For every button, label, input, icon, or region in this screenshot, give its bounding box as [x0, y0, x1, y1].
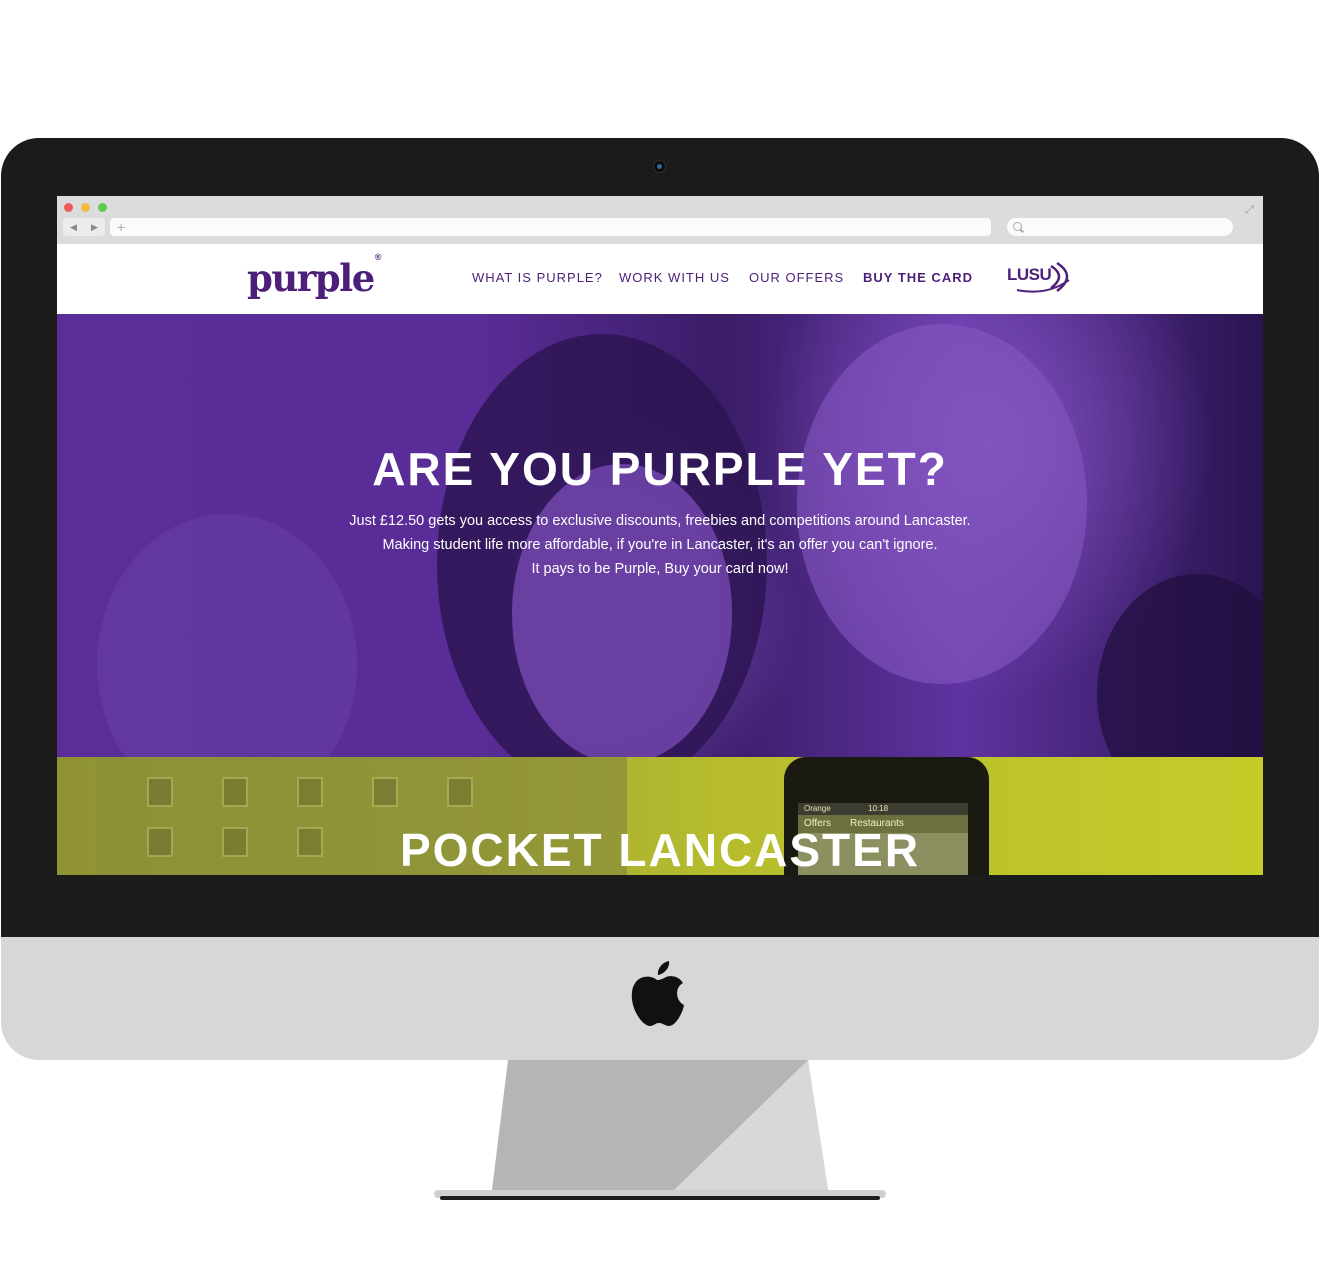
building-window [222, 777, 248, 807]
search-icon [1013, 222, 1022, 231]
phone-carrier: Orange [804, 804, 831, 813]
imac-stand [434, 1060, 886, 1200]
building-window [372, 777, 398, 807]
history-buttons: ◀ ▶ [63, 218, 105, 236]
logo-text: purple [247, 256, 375, 300]
hero-line-1: Just £12.50 gets you access to exclusive… [349, 513, 971, 529]
pocket-title: POCKET LANCASTER [399, 824, 921, 875]
apple-logo-icon [631, 961, 684, 1026]
phone-status-bar: Orange 10:18 [798, 803, 968, 815]
address-bar[interactable]: + [110, 218, 991, 236]
nav-buy-the-card[interactable]: BUY THE CARD [863, 270, 973, 285]
hero-title: ARE YOU PURPLE YET? [372, 443, 948, 495]
nav-work-with-us[interactable]: WORK WITH US [619, 270, 730, 285]
browser-window: ◀ ▶ + ⤢ purple® WHAT IS PURPLE? WORK WIT… [57, 196, 1263, 875]
nav-what-is-purple[interactable]: WHAT IS PURPLE? [472, 270, 603, 285]
hero-photo-shadow [1097, 574, 1263, 757]
new-tab-icon[interactable]: + [117, 218, 125, 236]
lusu-logo[interactable]: LUSU [1007, 260, 1079, 294]
building-window [447, 777, 473, 807]
forward-button[interactable]: ▶ [91, 222, 98, 233]
hero-line-2: Making student life more affordable, if … [382, 537, 938, 553]
hero-photo-face-left [512, 464, 732, 757]
browser-toolbar: ◀ ▶ + ⤢ [57, 196, 1263, 245]
hero-line-3: It pays to be Purple, Buy your card now! [531, 561, 789, 577]
hero-section: ARE YOU PURPLE YET? Just £12.50 gets you… [57, 314, 1263, 757]
registered-mark: ® [374, 251, 382, 262]
lusu-swoosh-icon [1016, 261, 1070, 293]
site-header: purple® WHAT IS PURPLE? WORK WITH US OUR… [57, 244, 1263, 314]
building-window [297, 777, 323, 807]
camera-icon [653, 160, 666, 173]
purple-logo[interactable]: purple® [247, 252, 381, 300]
close-window-button[interactable] [64, 203, 73, 212]
minimize-window-button[interactable] [81, 203, 90, 212]
phone-time: 10:18 [868, 804, 889, 813]
pocket-lancaster-section: Orange 10:18 Offers Restaurants POCKET L… [57, 757, 1263, 875]
hero-photo-face-right [797, 324, 1087, 684]
building-window [147, 777, 173, 807]
expand-icon[interactable]: ⤢ [1245, 204, 1254, 217]
zoom-window-button[interactable] [98, 203, 107, 212]
search-input[interactable] [1007, 218, 1233, 236]
nav-our-offers[interactable]: OUR OFFERS [749, 270, 844, 285]
back-button[interactable]: ◀ [70, 222, 77, 233]
